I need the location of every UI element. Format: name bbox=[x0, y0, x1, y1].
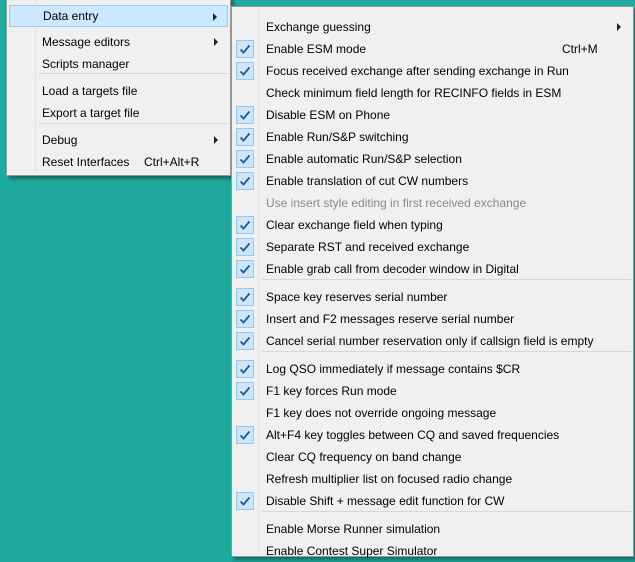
checkmark-icon bbox=[236, 128, 254, 146]
menu-item-enable-esm-mode[interactable]: Enable ESM mode Ctrl+M bbox=[234, 38, 631, 60]
menu-item-enable-grab-call-from-decoder-window-in-digital[interactable]: Enable grab call from decoder window in … bbox=[234, 258, 631, 280]
checkmark-icon bbox=[236, 106, 254, 124]
menu-item-load-a-targets-file[interactable]: Load a targets file bbox=[9, 80, 228, 102]
menu-item-label: Debug bbox=[42, 133, 78, 147]
menu-item-enable-run-s-p-switching[interactable]: Enable Run/S&P switching bbox=[234, 126, 631, 148]
menu-item-label: Data entry bbox=[43, 9, 99, 23]
menu-item-f1-key-forces-run-mode[interactable]: F1 key forces Run mode bbox=[234, 380, 631, 402]
menu-item-label: Enable grab call from decoder window in … bbox=[266, 262, 519, 276]
menu-item-enable-translation-of-cut-cw-numbers[interactable]: Enable translation of cut CW numbers bbox=[234, 170, 631, 192]
menu-item-label: F1 key does not override ongoing message bbox=[266, 406, 497, 420]
menu-item-label: Clear CQ frequency on band change bbox=[266, 450, 462, 464]
chevron-right-icon bbox=[214, 38, 218, 46]
menu-item-disable-shift-message-edit-function-for-cw[interactable]: Disable Shift + message edit function fo… bbox=[234, 490, 631, 512]
menu-item-data-entry[interactable]: Data entry bbox=[9, 5, 228, 27]
menu-item-label: Enable automatic Run/S&P selection bbox=[266, 152, 462, 166]
menu-item-reset-interfaces[interactable]: Reset Interfaces Ctrl+Alt+R bbox=[9, 151, 228, 173]
checkmark-icon bbox=[236, 260, 254, 278]
menu-item-label: Use insert style editing in first receiv… bbox=[266, 196, 527, 210]
menu-item-label: Alt+F4 key toggles between CQ and saved … bbox=[266, 428, 560, 442]
menu-item-space-key-reserves-serial-number[interactable]: Space key reserves serial number bbox=[234, 286, 631, 308]
menu-item-label: Enable Contest Super Simulator bbox=[266, 544, 438, 558]
menu-item-separate-rst-and-received-exchange[interactable]: Separate RST and received exchange bbox=[234, 236, 631, 258]
checkmark-icon bbox=[236, 426, 254, 444]
context-menu-main: Data entry Message editors Scripts manager… bbox=[6, 0, 231, 176]
menu-item-disable-esm-on-phone[interactable]: Disable ESM on Phone bbox=[234, 104, 631, 126]
menu-item-enable-morse-runner-simulation[interactable]: Enable Morse Runner simulation bbox=[234, 518, 631, 540]
checkmark-icon bbox=[236, 332, 254, 350]
checkmark-icon bbox=[236, 216, 254, 234]
menu-item-label: Enable Run/S&P switching bbox=[266, 130, 409, 144]
menu-item-label: Space key reserves serial number bbox=[266, 290, 448, 304]
menu-item-label: Export a target file bbox=[42, 106, 140, 120]
menu-item-label: Insert and F2 messages reserve serial nu… bbox=[266, 312, 515, 326]
menu-item-label: Enable Morse Runner simulation bbox=[266, 522, 441, 536]
menu-item-label: Enable ESM mode bbox=[266, 42, 367, 56]
menu-item-label: Focus received exchange after sending ex… bbox=[266, 64, 569, 78]
checkmark-icon bbox=[236, 288, 254, 306]
menu-item-label: Cancel serial number reservation only if… bbox=[266, 334, 594, 348]
checkmark-icon bbox=[236, 492, 254, 510]
menu-item-label: Reset Interfaces bbox=[42, 155, 130, 169]
checkmark-icon bbox=[236, 62, 254, 80]
menu-separator bbox=[262, 511, 631, 512]
checkmark-icon bbox=[236, 382, 254, 400]
chevron-right-icon bbox=[214, 136, 218, 144]
menu-item-clear-exchange-field-when-typing[interactable]: Clear exchange field when typing bbox=[234, 214, 631, 236]
menu-item-label: Clear exchange field when typing bbox=[266, 218, 443, 232]
menu-item-debug[interactable]: Debug bbox=[9, 129, 228, 151]
menu-item-label: Disable ESM on Phone bbox=[266, 108, 391, 122]
menu-item-label: Scripts manager bbox=[42, 57, 130, 71]
menu-item-refresh-multiplier-list-on-focused-radio-change[interactable]: Refresh multiplier list on focused radio… bbox=[234, 468, 631, 490]
menu-item-label: F1 key forces Run mode bbox=[266, 384, 397, 398]
menu-item-label: Disable Shift + message edit function fo… bbox=[266, 494, 505, 508]
menu-item-shortcut: Ctrl+Alt+R bbox=[144, 155, 200, 169]
menu-item-scripts-manager[interactable]: Scripts manager bbox=[9, 53, 228, 75]
menu-item-label: Message editors bbox=[42, 35, 131, 49]
chevron-right-icon bbox=[617, 23, 621, 31]
menu-item-shortcut: Ctrl+M bbox=[562, 42, 598, 56]
menu-separator bbox=[39, 73, 228, 74]
menu-item-label: Separate RST and received exchange bbox=[266, 240, 470, 254]
menu-separator bbox=[262, 279, 631, 280]
menu-item-insert-and-f2-messages-reserve-serial-number[interactable]: Insert and F2 messages reserve serial nu… bbox=[234, 308, 631, 330]
menu-item-focus-received-exchange-after-sending-exchange-in-run[interactable]: Focus received exchange after sending ex… bbox=[234, 60, 631, 82]
menu-item-log-qso-immediately-if-message-contains-cr[interactable]: Log QSO immediately if message contains … bbox=[234, 358, 631, 380]
menu-item-check-minimum-field-length-for-recinfo-fields-in-esm[interactable]: Check minimum field length for RECINFO f… bbox=[234, 82, 631, 104]
menu-item-clear-cq-frequency-on-band-change[interactable]: Clear CQ frequency on band change bbox=[234, 446, 631, 468]
menu-separator bbox=[262, 351, 631, 352]
menu-item-label: Log QSO immediately if message contains … bbox=[266, 362, 521, 376]
menu-item-use-insert-style-editing-in-first-received-exchange: Use insert style editing in first receiv… bbox=[234, 192, 631, 214]
menu-item-f1-key-does-not-override-ongoing-message[interactable]: F1 key does not override ongoing message bbox=[234, 402, 631, 424]
menu-separator bbox=[39, 123, 228, 124]
menu-item-label: Exchange guessing bbox=[266, 20, 371, 34]
menu-item-label: Check minimum field length for RECINFO f… bbox=[266, 86, 562, 100]
menu-item-cancel-serial-number-reservation-only-if-callsign-field-is-empty[interactable]: Cancel serial number reservation only if… bbox=[234, 330, 631, 352]
menu-item-alt-f4-key-toggles-between-cq-and-saved-frequencies[interactable]: Alt+F4 key toggles between CQ and saved … bbox=[234, 424, 631, 446]
checkmark-icon bbox=[236, 238, 254, 256]
menu-item-label: Load a targets file bbox=[42, 84, 138, 98]
menu-item-message-editors[interactable]: Message editors bbox=[9, 31, 228, 53]
menu-item-label: Enable translation of cut CW numbers bbox=[266, 174, 469, 188]
menu-item-label: Refresh multiplier list on focused radio… bbox=[266, 472, 513, 486]
checkmark-icon bbox=[236, 360, 254, 378]
submenu-data-entry: Exchange guessing Enable ESM mode Ctrl+M Fo… bbox=[231, 6, 634, 558]
checkmark-icon bbox=[236, 172, 254, 190]
checkmark-icon bbox=[236, 40, 254, 58]
checkmark-icon bbox=[236, 310, 254, 328]
menu-item-enable-contest-super-simulator[interactable]: Enable Contest Super Simulator bbox=[234, 540, 631, 562]
menu-item-export-a-target-file[interactable]: Export a target file bbox=[9, 102, 228, 124]
checkmark-icon bbox=[236, 150, 254, 168]
menu-item-exchange-guessing[interactable]: Exchange guessing bbox=[234, 16, 631, 38]
menu-item-enable-automatic-run-s-p-selection[interactable]: Enable automatic Run/S&P selection bbox=[234, 148, 631, 170]
chevron-right-icon bbox=[213, 13, 217, 21]
